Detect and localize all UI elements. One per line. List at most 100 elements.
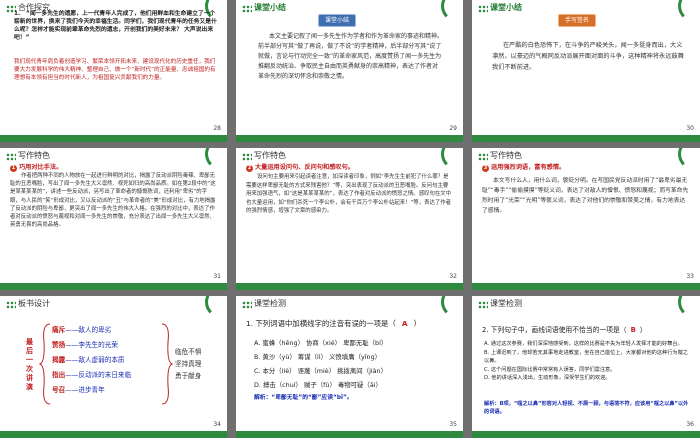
option-a[interactable]: A. 蜜蜂（hēng） 协商（xié） 卑鄙无耻（bí） [254, 336, 387, 350]
footer-bar [236, 283, 463, 290]
page-number: 36 [686, 421, 694, 428]
board-key: 赞扬 [52, 341, 66, 349]
dots-decoration [242, 153, 252, 161]
answer-letter: A [401, 319, 408, 328]
footer-bar [472, 431, 700, 438]
page-number: 28 [213, 125, 221, 132]
board-key: 揭露 [52, 356, 66, 364]
board-right-item: 勇于献身 [175, 372, 202, 380]
dots-decoration [242, 5, 252, 13]
slide-title: 课堂小结 [490, 3, 522, 12]
board-value: ——进步青年 [65, 386, 105, 394]
page-number: 31 [213, 273, 221, 280]
corner-arc [441, 0, 463, 22]
question-text: 1. 下列词语中加横线字的注音有误的一项是（ [246, 319, 396, 328]
point-text: 运用强烈词语，富有感情。 [491, 164, 566, 171]
option-a[interactable]: A. 通过这次参赛，我们深深地感受到，这样的比赛是不失为年轻人发挥才能的好舞台。 [484, 340, 690, 349]
option-c[interactable]: C. 本分（liè） 诬蔑（miè） 挑拨离间（jiàn） [254, 364, 387, 378]
slide-title: 写作特色 [254, 151, 286, 160]
analysis-text: 解析：“卑鄙无耻”的“鄙”应读“bǐ”。 [254, 395, 353, 401]
board-row: 指出——反动派的末日来临 [52, 369, 131, 384]
dots-decoration [478, 301, 488, 309]
board-right: 临危不惧 坚持真理 勇于献身 [175, 346, 201, 382]
number-badge: 3 [482, 165, 489, 172]
footer-bar [0, 283, 227, 290]
summary-body: 在严酷的白色恐怖下，在斗争的严峻关头，闻一多挺身而出，大义凛然，以豪迈的气概同反… [492, 42, 684, 71]
slide-title: 课堂小结 [254, 3, 286, 12]
slide-title: 板书设计 [18, 299, 50, 308]
corner-arc [678, 0, 700, 22]
page-number: 32 [449, 273, 457, 280]
option-b[interactable]: B. 上课迟到了，他却若无其事地走进教室，坐在自己座位上，大家都对他的这种行为嗤… [484, 349, 690, 366]
option-b[interactable]: B. 黄沙（yù） 筹谋（lì） 义愤填膺（yīng） [254, 350, 387, 364]
slide-33[interactable]: 写作特色 3 运用强烈词语，富有感情。 本文写什么人，用什么词，褒贬分明。在写国民… [472, 148, 700, 290]
slide-29[interactable]: 课堂小结 课堂小结 本文主要记叙了闻一多先生作为学者和作为革命家的事迹和精神。前… [236, 0, 463, 142]
board-key: 痛斥 [52, 326, 66, 334]
answer-text: 我们现代青年肩负着创造学习、繁荣本领开拓未来、建设现代化的历史重任，我们要大力发… [14, 59, 216, 81]
slide-title: 课堂检测 [254, 299, 286, 308]
corner-arc [678, 148, 700, 170]
corner-arc [441, 296, 463, 318]
option-d[interactable]: D. 他的讲话深入浅出，生动形象，深受学生们的欢迎。 [484, 374, 690, 383]
slide-title: 写作特色 [490, 151, 522, 160]
slide-35[interactable]: 课堂检测 1. 下列词语中加横线字的注音有误的一项是（ A ） A. 蜜蜂（hēng… [236, 296, 463, 438]
board-value: ——反动派的末日来临 [65, 371, 132, 379]
point-heading: 3 运用强烈词语，富有感情。 [482, 162, 565, 172]
point-text: 大量运用设问句、反问句和感叹句。 [255, 164, 354, 171]
board-value: ——敌人虚弱的本质 [65, 356, 125, 364]
slide-30[interactable]: 课堂小结 手写签名 在严酷的白色恐怖下，在斗争的严峻关头，闻一多挺身而出，大义凛… [472, 0, 700, 142]
slide-title: 写作特色 [18, 151, 50, 160]
page-number: 30 [686, 125, 694, 132]
point-body: 作者把两种不同的人物放在一起进行鲜明的对比，揭露了反动派阴险毒辣、卑鄙无耻的丑恶… [10, 173, 216, 229]
dots-decoration [6, 301, 16, 309]
question-line: 2. 下列句子中，画线词语使用不恰当的一项是（ B） [482, 324, 647, 334]
board-left-label: 最后一次讲演 [26, 338, 33, 391]
slide-28[interactable]: 合作探究 1. “闻一多先生的遗愿，上一代青年人完成了，他们用鲜血和生命建立了一… [0, 0, 227, 142]
question-text: 1. “闻一多先生的遗愿，上一代青年人完成了，他们用鲜血和生命建立了一个崭新的世… [14, 11, 217, 41]
board-key: 号召 [52, 386, 66, 394]
number-badge: 2 [246, 165, 253, 172]
question-end: ） [639, 326, 647, 334]
question-line: 1. 下列词语中加横线字的注音有误的一项是（ A ） [246, 318, 421, 329]
board-right-item: 坚持真理 [175, 360, 202, 368]
corner-arc [441, 148, 463, 170]
question-end: ） [413, 319, 421, 328]
page-number: 33 [686, 273, 694, 280]
board-row: 痛斥——敌人的卑劣 [52, 324, 131, 339]
footer-bar [236, 431, 463, 438]
board-key: 指出 [52, 371, 66, 379]
option-c[interactable]: C. 这个问题在国际比赛中常常有人误答，同学们需注意。 [484, 366, 690, 375]
dots-decoration [6, 153, 16, 161]
dots-decoration [242, 301, 252, 309]
board-right-item: 临危不惧 [175, 348, 202, 356]
corner-arc [678, 296, 700, 318]
signature-badge: 手写签名 [558, 14, 597, 27]
board-row: 揭露——敌人虚弱的本质 [52, 354, 131, 369]
left-brace [38, 323, 51, 405]
footer-bar [0, 431, 227, 438]
corner-arc [205, 296, 227, 318]
analysis-text: 解析：B项，“嗤之以鼻”形容对人轻视、不屑一顾，与语境不符，应该用“嗤之以鼻”以… [484, 401, 689, 415]
question-text: 2. 下列句子中，画线词语使用不恰当的一项是（ [482, 326, 627, 334]
slide-31[interactable]: 写作特色 1 巧用对比手法。 作者把两种不同的人物放在一起进行鲜明的对比，揭露了反… [0, 148, 227, 290]
page-number: 29 [449, 125, 457, 132]
board-rows: 痛斥——敌人的卑劣 赞扬——李先生的光荣 揭露——敌人虚弱的本质 指出——反动派… [52, 324, 131, 399]
board-value: ——李先生的光荣 [65, 341, 118, 349]
number-badge: 1 [10, 165, 17, 172]
point-heading: 2 大量运用设问句、反问句和感叹句。 [246, 162, 354, 172]
point-heading: 1 巧用对比手法。 [10, 162, 62, 172]
footer-bar [236, 135, 463, 142]
slide-title: 课堂检测 [490, 299, 522, 308]
board-row: 赞扬——李先生的光荣 [52, 339, 131, 354]
dots-decoration [478, 5, 488, 13]
slide-36[interactable]: 课堂检测 2. 下列句子中，画线词语使用不恰当的一项是（ B） A. 通过这次参赛… [472, 296, 700, 438]
slide-34[interactable]: 板书设计 最后一次讲演 痛斥——敌人的卑劣 赞扬——李先生的光荣 揭露——敌人虚… [0, 296, 227, 438]
options-list: A. 蜜蜂（hēng） 协商（xié） 卑鄙无耻（bí） B. 黄沙（yù） 筹… [254, 336, 387, 392]
options-list: A. 通过这次参赛，我们深深地感受到，这样的比赛是不失为年轻人发挥才能的好舞台。… [484, 340, 690, 383]
point-body: 设问句主要用来引起读者注意，加深读者印象，例如“李先生生前犯了什么罪？是需要这样… [246, 174, 452, 215]
point-text: 巧用对比手法。 [19, 164, 63, 171]
slide-32[interactable]: 写作特色 2 大量运用设问句、反问句和感叹句。 设问句主要用来引起读者注意，加深读… [236, 148, 463, 290]
dots-decoration [478, 153, 488, 161]
option-d[interactable]: D. 搏击（chuí） 贼子（fù） 毒物可疑（āi） [254, 378, 387, 392]
summary-body: 本文主要记叙了闻一多先生作为学者和作为革命家的事迹和精神。前半部分写其“做了再说… [258, 33, 444, 80]
